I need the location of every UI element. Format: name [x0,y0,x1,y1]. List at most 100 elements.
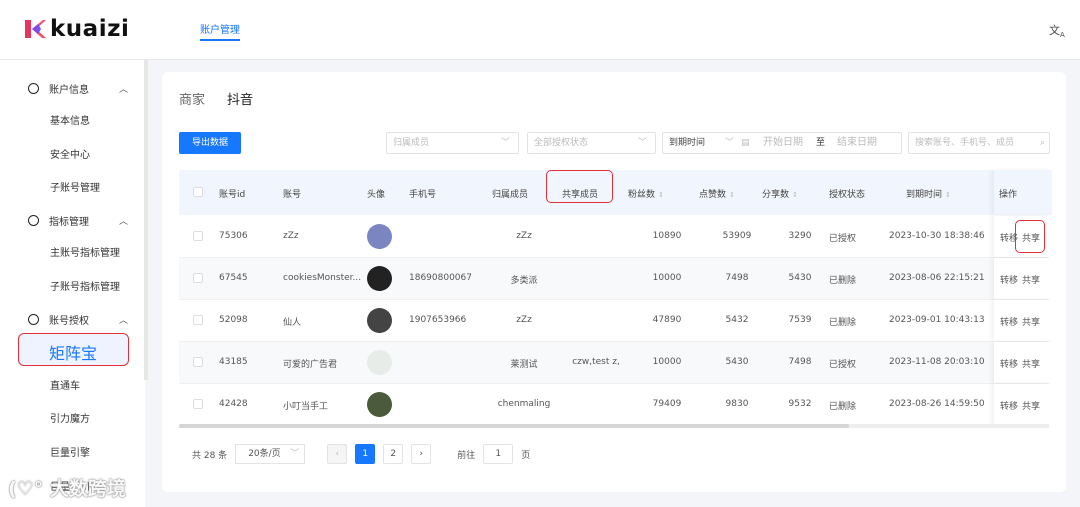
sidebar-item-ocean-engine[interactable]: 巨量引擎 [50,444,90,459]
table-row: 67545 cookiesMonster... 18690800067 多类派 1000… [179,258,1052,300]
sidebar-item-security[interactable]: 安全中心 [50,146,90,161]
sidebar-group-account-info[interactable]: 账户信息 ︿ [28,81,128,96]
date-range-picker[interactable]: 到期时间 ﹀ ▤ 开始日期 至 结束日期 [662,132,902,154]
avatar [367,224,392,249]
cell-fans: 10890 [652,231,682,241]
date-type-select[interactable]: 到期时间 [669,138,705,148]
cell-shares: 7498 [788,357,812,367]
row-checkbox[interactable] [193,273,203,283]
page-1[interactable]: 1 [355,444,376,464]
row-checkbox[interactable] [193,357,203,367]
search-icon: ⌕ [1039,138,1045,148]
transfer-link[interactable]: 转移 [1000,357,1018,370]
table-row: 43185 可爱的广告君 莱测试 czw,test z, 10000 5430 7498 已授… [179,342,1052,384]
chevron-up-icon: ︿ [118,85,128,95]
sort-expire[interactable]: 到期时间 ⇕ [906,187,951,200]
cell-phone: 1907653966 [409,315,467,325]
top-header: kuaizi 账户管理 文A [0,0,1080,60]
cell-fans: 47890 [652,315,682,325]
chevron-up-icon: ︿ [118,217,128,227]
prev-page-button[interactable]: ‹ [327,444,348,464]
sidebar-item-sub-accounts[interactable]: 子账号管理 [50,179,100,194]
member-select[interactable]: 归属成员 ﹀ [386,132,519,154]
sort-likes[interactable]: 点赞数 ⇕ [699,187,735,200]
share-link[interactable]: 共享 [1022,315,1040,328]
calendar-icon: ▤ [741,138,750,148]
chevron-down-icon: ﹀ [725,138,735,148]
row-checkbox[interactable] [193,315,203,325]
sidebar-item-ylmf[interactable]: 引力魔方 [50,410,90,425]
horizontal-scrollbar[interactable] [179,424,1049,428]
page-2[interactable]: 2 [383,444,404,464]
account-info-icon [28,83,39,94]
cell-owner: 莱测试 [510,360,538,370]
highlight-shared-column [546,170,613,203]
transfer-link[interactable]: 转移 [1000,399,1018,412]
sidebar-item-basic-info[interactable]: 基本信息 [50,112,90,127]
sort-icon: ⇕ [792,191,798,199]
cell-id: 43185 [219,357,248,367]
sidebar-item-ztc[interactable]: 直通车 [50,377,80,392]
cell-account: 可爱的广告君 [283,360,338,370]
cell-fans: 10000 [652,273,682,283]
row-checkbox[interactable] [193,231,203,241]
sidebar-scrollbar[interactable] [144,60,148,380]
cell-owner: 多类派 [510,276,538,286]
cell-fans: 10000 [652,357,682,367]
cell-id: 42428 [219,399,248,409]
select-all-checkbox[interactable] [193,187,203,197]
search-input[interactable]: 搜索账号、手机号、成员 ⌕ [908,132,1050,154]
tab-merchant[interactable]: 商家 [179,89,205,108]
watermark: (♡° 大数跨境 [8,478,126,500]
cell-expire: 2023-09-01 10:43:13 [889,315,985,325]
export-button[interactable]: 导出数据 [179,132,241,154]
main-card: 商家 抖音 导出数据 归属成员 ﹀ 全部授权状态 ﹀ 到期时间 ﹀ ▤ 开始日期 至… [162,72,1066,492]
sort-icon: ⇕ [945,191,951,199]
cell-id: 75306 [219,231,248,241]
highlight-share-action [1015,220,1045,253]
pagination: 共 28 条 20条/页 ﹀ ‹ 1 2 › 前往 1 页 [192,444,530,464]
check-circle-icon [28,314,39,325]
cell-account: 小叮当手工 [283,402,329,412]
sidebar-group-authorization[interactable]: 账号授权 ︿ [28,312,128,327]
sidebar-item-matrix[interactable]: 矩阵宝 [18,333,129,366]
chevron-down-icon: ﹀ [290,449,300,459]
translate-icon[interactable]: 文A [1049,22,1065,39]
transfer-link[interactable]: 转移 [1000,315,1018,328]
cell-account: cookiesMonster... [283,273,362,283]
cell-owner: zZz [516,231,532,241]
sort-shares[interactable]: 分享数 ⇕ [762,187,798,200]
share-link[interactable]: 共享 [1022,357,1040,370]
cell-owner: chenmaling [497,399,551,409]
start-date-input[interactable]: 开始日期 [763,133,803,153]
transfer-link[interactable]: 转移 [1000,273,1018,286]
cell-status: 已删除 [829,318,857,328]
cell-status: 已删除 [829,276,857,286]
goto-page-input[interactable]: 1 [483,444,514,464]
share-link[interactable]: 共享 [1022,273,1040,286]
tab-douyin[interactable]: 抖音 [227,89,253,108]
sidebar-item-main-metrics[interactable]: 主账号指标管理 [50,244,120,259]
logo-mark-icon [25,20,46,38]
share-link[interactable]: 共享 [1022,399,1040,412]
row-checkbox[interactable] [193,399,203,409]
sidebar-group-metrics[interactable]: 指标管理 ︿ [28,213,128,228]
cell-status: 已授权 [829,234,857,244]
sidebar-item-sub-metrics[interactable]: 子账号指标管理 [50,278,120,293]
chevron-up-icon: ︿ [118,316,128,326]
cell-shares: 7539 [788,315,812,325]
next-page-button[interactable]: › [411,444,432,464]
cell-shares: 3290 [788,231,812,241]
page-size-select[interactable]: 20条/页 ﹀ [235,444,306,464]
nav-account-management[interactable]: 账户管理 [200,21,240,41]
avatar [367,266,392,291]
auth-status-select[interactable]: 全部授权状态 ﹀ [527,132,656,154]
end-date-input[interactable]: 结束日期 [837,133,877,153]
logo[interactable]: kuaizi [24,16,129,42]
cell-owner: zZz [516,315,532,325]
cell-account: zZz [283,231,299,241]
cell-phone: 18690800067 [409,273,472,283]
cell-fans: 79409 [652,399,682,409]
sort-fans[interactable]: 粉丝数 ⇕ [628,187,664,200]
cell-account: 仙人 [283,318,302,328]
